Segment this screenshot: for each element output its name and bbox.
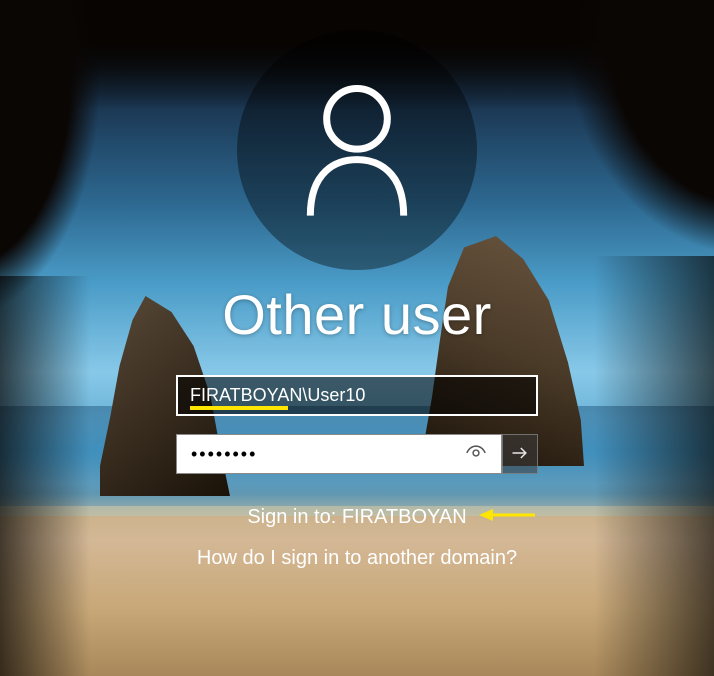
other-domain-link[interactable]: How do I sign in to another domain? (197, 547, 517, 570)
submit-button[interactable] (502, 434, 538, 474)
sign-in-to-label: Sign in to: (247, 506, 342, 528)
password-row (176, 434, 538, 474)
user-avatar (237, 30, 477, 270)
annotation-arrow-icon (477, 506, 537, 530)
username-field-wrap (176, 375, 538, 416)
page-title: Other user (222, 282, 492, 347)
eye-icon (465, 442, 487, 467)
password-input[interactable] (176, 434, 502, 474)
login-panel: Other user Sign in to: FIRATBOYAN (0, 0, 714, 676)
arrow-right-icon (510, 443, 530, 466)
user-icon (297, 78, 417, 223)
reveal-password-button[interactable] (456, 434, 496, 474)
sign-in-to-text: Sign in to: FIRATBOYAN (247, 506, 466, 529)
sign-in-to-domain: FIRATBOYAN (342, 506, 467, 528)
highlight-underline (190, 406, 288, 410)
